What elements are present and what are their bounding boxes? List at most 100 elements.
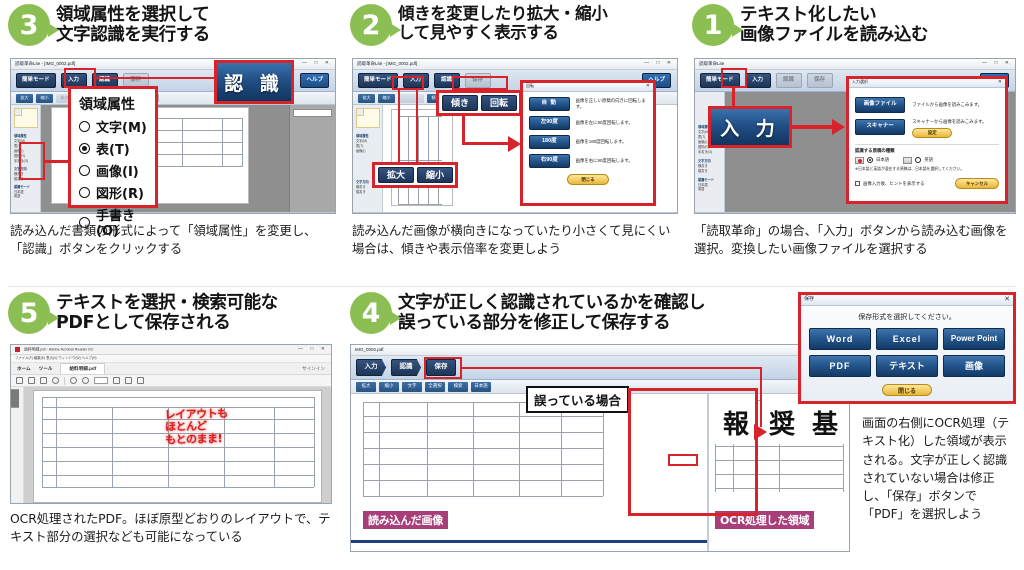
callout-button-zoomin-label-2: 拡大 — [386, 169, 405, 180]
subbar-button-lang-4[interactable]: 日本語 — [471, 381, 491, 392]
input-lang-row-1: 日本語 英語 — [855, 156, 999, 164]
subbar-button-selectall-4[interactable]: 全選択 — [425, 381, 445, 392]
close-icon-rotate-dialog-2[interactable]: ✕ — [646, 83, 650, 89]
attr-lang-en[interactable]: 英語 — [14, 194, 37, 199]
attr-dir-v-1[interactable]: 縦書き — [698, 169, 721, 174]
input-checkbox-label-1: 画像入力後、ヒントを表示する — [863, 180, 925, 186]
email-icon-5[interactable] — [40, 377, 47, 384]
rotate-button-right90-2[interactable]: 右90度 — [529, 154, 570, 168]
window-controls-1: — □ ✕ — [982, 60, 1012, 66]
input-button-settings-1[interactable]: 設定 — [912, 127, 953, 138]
input-cancel-button-1[interactable]: キャンセル — [955, 178, 999, 189]
acrobat-window-controls-5[interactable]: — □ ✕ — [298, 346, 328, 352]
fit-page-icon-5[interactable] — [113, 377, 120, 384]
save-button-text-4[interactable]: テキスト — [876, 355, 938, 377]
page-thumbnail-3[interactable] — [13, 108, 38, 128]
toolbar-button-input-1[interactable]: 入力 — [744, 73, 771, 88]
annotation-box-error-cell-4 — [668, 454, 698, 466]
close-icon-save-dialog-4[interactable]: ✕ — [1004, 295, 1010, 303]
rotate-button-180-2[interactable]: 180度 — [529, 135, 570, 149]
step-3-title: 領域属性を選択して 文字認識を実行する — [56, 4, 210, 45]
attr-item-hand-1[interactable]: 手書き(O) — [698, 150, 721, 155]
annotation-line-2d — [462, 142, 510, 145]
acrobat-title-text-5: 給料明細.pdf - Adobe Acrobat Reader DC — [24, 347, 94, 352]
radio-row-text-3[interactable]: 文字(M) — [79, 117, 147, 136]
annotation-line-2b — [416, 90, 418, 166]
subbar-button-char-4[interactable]: 文字 — [402, 381, 422, 392]
toolbar-button-save-1[interactable]: 保存 — [806, 73, 833, 88]
input-dialog-1: 入力選択 ✕ 画像ファイル ファイルから画像を読みこみます。 スキャナー スキャ… — [846, 76, 1008, 204]
input-button-scanner-1[interactable]: スキャナー — [855, 119, 906, 135]
annotation-box-save-button-4 — [424, 357, 462, 379]
step-5-caption: OCR処理されたPDF。ほぼ原型どおりのレイアウトで、テキスト部分の選択なども可… — [10, 511, 331, 544]
input-dialog-title-1: 入力選択 — [852, 79, 868, 84]
annotation-box-input-button-1 — [721, 68, 747, 88]
print-icon-5[interactable] — [28, 377, 35, 384]
subbar-button-zoomin-3[interactable]: 拡大 — [16, 93, 33, 103]
save-dialog-prompt-4: 保存形式を選択してください。 — [858, 314, 956, 321]
subbar-button-search-4[interactable]: 検索 — [448, 381, 468, 392]
input-lang-option-en-1[interactable]: 英語 — [903, 156, 933, 164]
attr-dir-v-2[interactable]: 縦書き — [356, 190, 379, 195]
input-lang-option-ja-1[interactable]: 日本語 — [855, 156, 889, 164]
save-button-pdf-4[interactable]: PDF — [809, 355, 871, 377]
save-icon-5[interactable] — [16, 377, 23, 384]
infographic-page: 3 領域属性を選択して 文字認識を実行する 読取革命Lite - [IMG_00… — [0, 0, 1024, 570]
subbar-button-zoomin-4[interactable]: 拡大 — [356, 381, 376, 392]
step-5-title: テキストを選択・検索可能な PDFとして保存される — [56, 292, 278, 333]
subbar-button-zoomout-4[interactable]: 縮小 — [379, 381, 399, 392]
radio-icon-ja-1 — [867, 157, 873, 164]
zoom-out-icon-5[interactable] — [70, 377, 77, 384]
select-tool-icon-5[interactable] — [125, 377, 132, 384]
input-row-scanner-1: スキャナー スキャナーから画像を読みこみます。 設定 — [855, 119, 999, 138]
acrobat-menubar-5[interactable]: ファイル(F) 編集(E) 表示(V) ウィンドウ(W) ヘルプ(H) — [11, 355, 331, 363]
input-checkbox-row-1[interactable]: 画像入力後、ヒントを表示する — [855, 181, 924, 187]
result-field-3[interactable] — [293, 109, 332, 117]
toolbar-button-help-3[interactable]: ヘルプ — [300, 73, 329, 88]
save-button-image-4[interactable]: 画像 — [943, 355, 1005, 377]
step-2-screenshot: 読取革命Lite - [IMG_0002.pdf] — □ ✕ 簡単モード 入力… — [352, 58, 678, 214]
step-1-panel: 1 テキスト化したい 画像ファイルを読み込む 読取革命Lite — □ ✕ 簡単… — [692, 4, 1018, 280]
step-4-side-caption: 画面の右側にOCR処理（テキスト化）した領域が表示される。文字が正しく認識されて… — [862, 416, 1010, 522]
annotation-line-3a — [96, 77, 214, 79]
toolbar-button-recognize-4[interactable]: 認識 — [391, 359, 421, 376]
step-2-header: 2 傾きを変更したり拡大・縮小 して見やすく表示する — [350, 4, 680, 46]
acrobat-signin-link-5[interactable]: サインイン — [302, 366, 325, 372]
toolbar-button-input-4[interactable]: 入力 — [356, 359, 386, 376]
acrobat-logo-icon-5 — [15, 347, 20, 352]
subbar-button-zoomin-2[interactable]: 拡大 — [358, 93, 375, 103]
attr-item-image-2[interactable]: 画像(I) — [356, 149, 379, 154]
rotate-text-180-2: 画像を180度回転します。 — [575, 139, 627, 145]
input-button-image-file-1[interactable]: 画像ファイル — [855, 97, 906, 113]
rotate-button-auto-2[interactable]: 自 動 — [529, 97, 570, 111]
save-button-excel-4[interactable]: Excel — [876, 328, 938, 350]
radio-icon-en-1 — [915, 157, 922, 164]
radio-row-table-3[interactable]: 表(T) — [79, 139, 147, 158]
save-button-word-4[interactable]: Word — [809, 328, 871, 350]
search-icon-5[interactable] — [52, 377, 59, 384]
close-icon-input-dialog-1[interactable]: ✕ — [998, 79, 1002, 85]
input-text-scanner-1: スキャナーから画像を読みこみます。 — [912, 119, 987, 124]
rotate-button-left90-2[interactable]: 左90度 — [529, 116, 570, 130]
acrobat-tab-document-5[interactable]: 給料明細.pdf — [60, 363, 106, 374]
acrobat-tab-tools-5[interactable]: ツール — [39, 366, 53, 372]
comment-icon-5[interactable] — [137, 377, 144, 384]
toolbar-button-easy-mode-3[interactable]: 簡単モード — [16, 73, 56, 88]
rotate-dialog-title-2: 回転 — [526, 83, 534, 88]
page-number-input-5[interactable] — [94, 377, 108, 384]
attachments-panel-icon-5[interactable] — [17, 389, 19, 408]
subbar-button-zoomout-2[interactable]: 縮小 — [378, 93, 395, 103]
radio-row-image-3[interactable]: 画像(I) — [79, 161, 147, 180]
zoom-in-icon-5[interactable] — [82, 377, 89, 384]
acrobat-tabbar-5: ホーム ツール 給料明細.pdf サインイン — [11, 363, 331, 375]
rotate-close-button-2[interactable]: 閉じる — [567, 174, 609, 185]
save-dialog-close-button-4[interactable]: 閉じる — [882, 384, 932, 396]
toolbar-button-recognize-1[interactable]: 認識 — [775, 73, 802, 88]
subbar-button-zoomout-3[interactable]: 縮小 — [36, 93, 53, 103]
rotate-dialog-body-2: 自 動 画像を正しい原稿の向きに回転します。 左90度 画像を左に90度回転しま… — [523, 92, 653, 203]
attr-lang-en-1[interactable]: 英語 — [698, 187, 721, 192]
acrobat-tab-home-5[interactable]: ホーム — [17, 366, 31, 372]
page-thumbnail-2[interactable] — [355, 108, 380, 128]
save-button-powerpoint-4[interactable]: Power Point — [943, 328, 1005, 350]
radio-row-figure-3[interactable]: 図形(R) — [79, 183, 147, 202]
